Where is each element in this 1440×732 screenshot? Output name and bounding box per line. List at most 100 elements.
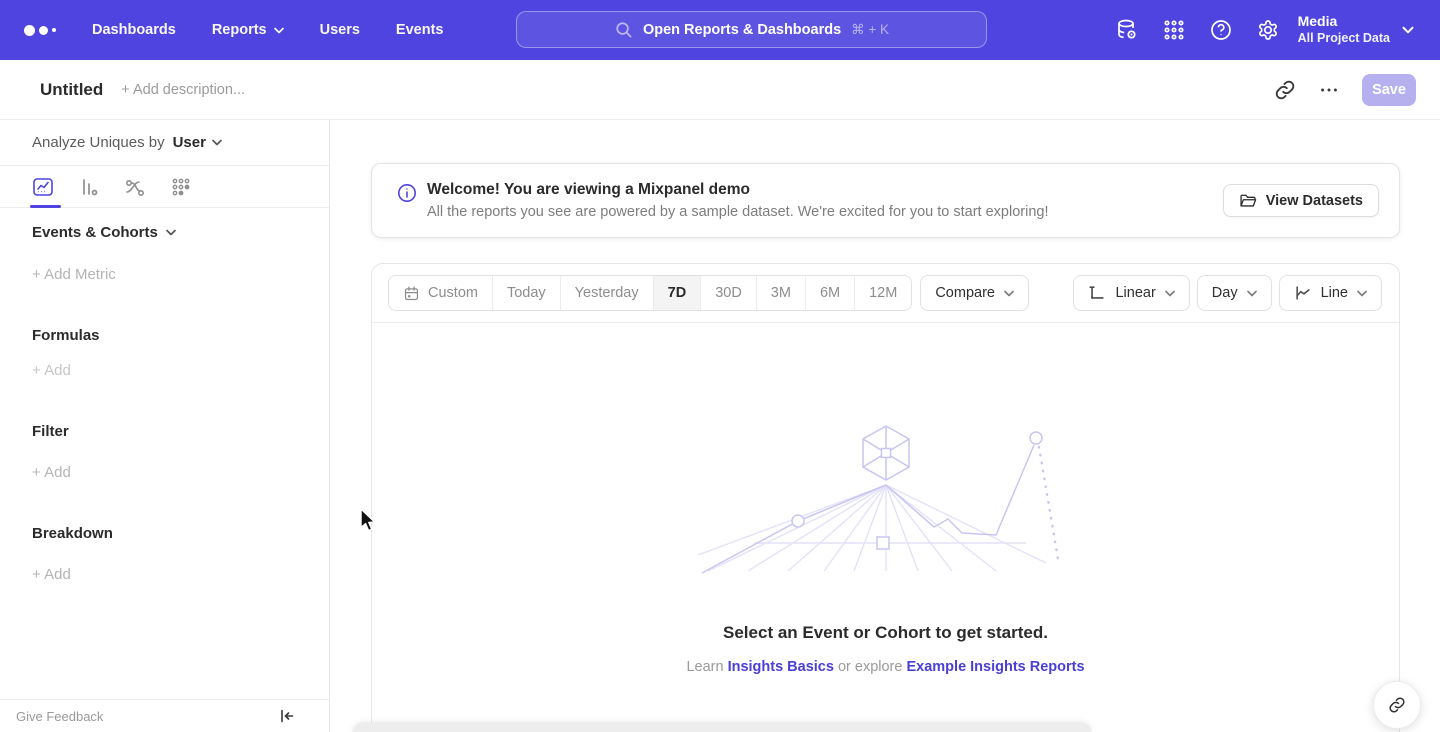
chevron-down-icon [166,229,176,236]
chevron-down-icon [1004,290,1014,297]
more-options-icon[interactable] [1318,79,1340,101]
compare-label: Compare [935,285,995,301]
query-builder-sidebar: Analyze Uniques by User [0,120,330,732]
view-datasets-label: View Datasets [1266,193,1363,209]
range-custom[interactable]: Custom [389,276,492,310]
empty-state: Select an Event or Cohort to get started… [372,323,1399,675]
chevron-down-icon [1357,290,1367,297]
nav-users[interactable]: Users [320,22,360,38]
filter-section-label: Filter [32,423,69,440]
collapse-sidebar-icon[interactable] [279,708,295,724]
formulas-section-label: Formulas [32,327,100,344]
range-today[interactable]: Today [492,276,560,310]
add-breakdown-button[interactable]: + Add [32,566,71,583]
interval-label: Day [1212,285,1238,301]
mixpanel-app: Dashboards Reports Users Events Open Rep… [0,0,1440,732]
empty-state-subtext: Learn Insights Basics or explore Example… [686,659,1084,675]
banner-title: Welcome! You are viewing a Mixpanel demo [427,181,1049,199]
share-link-floating-button[interactable] [1373,681,1421,729]
chevron-down-icon [1402,26,1414,34]
sidebar-footer: Give Feedback [0,699,329,732]
link-icon [1388,696,1406,714]
view-datasets-button[interactable]: View Datasets [1223,184,1379,217]
chart-toolbar: Custom Today Yesterday 7D 30D 3M 6M 12M … [372,264,1399,323]
compare-dropdown[interactable]: Compare [920,275,1029,311]
events-cohorts-label: Events & Cohorts [32,224,158,241]
tab-bar-chart[interactable] [78,176,100,198]
empty-state-title: Select an Event or Cohort to get started… [723,623,1048,643]
tab-insights-chart[interactable] [32,176,54,198]
global-search-bar[interactable]: Open Reports & Dashboards ⌘ + K [516,11,987,48]
insights-basics-link[interactable]: Insights Basics [728,659,834,675]
nav-dashboards-label: Dashboards [92,22,176,38]
banner-subtitle: All the reports you see are powered by a… [427,204,1049,220]
add-filter-button[interactable]: + Add [32,464,71,481]
line-chart-icon [1294,284,1312,302]
report-canvas: Welcome! You are viewing a Mixpanel demo… [330,120,1440,732]
search-icon [614,20,633,39]
search-shortcut: ⌘ + K [851,22,889,38]
range-7d[interactable]: 7D [653,276,701,310]
selected-tab-indicator [30,205,61,208]
next-section-peek [352,722,1092,732]
nav-dashboards[interactable]: Dashboards [92,22,176,38]
chevron-down-icon [1165,290,1175,297]
nav-events[interactable]: Events [396,22,444,38]
range-12m[interactable]: 12M [854,276,911,310]
settings-gear-icon[interactable] [1256,18,1280,42]
nav-users-label: Users [320,22,360,38]
info-icon [397,183,417,203]
chart-type-dropdown[interactable]: Line [1279,275,1382,311]
nav-reports-label: Reports [212,22,267,38]
range-custom-label: Custom [428,285,478,301]
analyze-by-value: User [173,134,206,151]
apps-grid-icon[interactable] [1162,18,1186,42]
nav-reports[interactable]: Reports [212,22,284,38]
project-scope: All Project Data [1298,31,1390,47]
search-placeholder: Open Reports & Dashboards [643,22,841,38]
mixpanel-logo-icon[interactable] [24,25,58,36]
project-name: Media [1298,13,1390,31]
tab-retention-grid[interactable] [170,176,192,198]
add-formula-button[interactable]: + Add [32,362,71,379]
demo-welcome-banner: Welcome! You are viewing a Mixpanel demo… [371,163,1400,238]
scale-dropdown[interactable]: Linear [1073,275,1189,311]
tab-flow-chart[interactable] [124,176,146,198]
range-3m[interactable]: 3M [756,276,805,310]
scale-label: Linear [1115,285,1155,301]
events-cohorts-section[interactable]: Events & Cohorts [32,224,176,241]
data-management-icon[interactable] [1115,18,1139,42]
insights-chart-card: Custom Today Yesterday 7D 30D 3M 6M 12M … [371,263,1400,732]
help-icon[interactable] [1209,18,1233,42]
connector-text: or explore [838,659,902,675]
chevron-down-icon [212,139,222,146]
analyze-by-dropdown[interactable]: User [173,134,222,151]
date-range-segmented-control: Custom Today Yesterday 7D 30D 3M 6M 12M [388,275,912,311]
report-title[interactable]: Untitled [40,80,103,100]
breakdown-section-label: Breakdown [32,525,113,542]
report-header: Untitled + Add description... Save [0,60,1440,120]
analyze-prefix-label: Analyze Uniques by [32,134,165,151]
empty-state-illustration [696,423,1076,575]
top-nav: Dashboards Reports Users Events Open Rep… [0,0,1440,60]
range-6m[interactable]: 6M [805,276,854,310]
add-description-field[interactable]: + Add description... [121,82,245,98]
calendar-icon [403,285,420,302]
range-30d[interactable]: 30D [700,276,756,310]
folder-open-icon [1239,192,1257,210]
chart-type-label: Line [1321,285,1348,301]
analyze-uniques-row: Analyze Uniques by User [0,120,329,166]
visualization-tabs [0,166,329,208]
save-button[interactable]: Save [1362,74,1416,106]
add-metric-button[interactable]: + Add Metric [32,266,116,283]
learn-prefix: Learn [686,659,723,675]
chevron-down-icon [274,27,284,34]
range-yesterday[interactable]: Yesterday [560,276,653,310]
project-selector[interactable]: Media All Project Data [1298,13,1390,46]
chevron-down-icon [1247,290,1257,297]
example-reports-link[interactable]: Example Insights Reports [906,659,1084,675]
give-feedback-link[interactable]: Give Feedback [16,709,103,724]
interval-dropdown[interactable]: Day [1197,275,1272,311]
copy-link-icon[interactable] [1274,79,1296,101]
axis-linear-icon [1088,284,1106,302]
